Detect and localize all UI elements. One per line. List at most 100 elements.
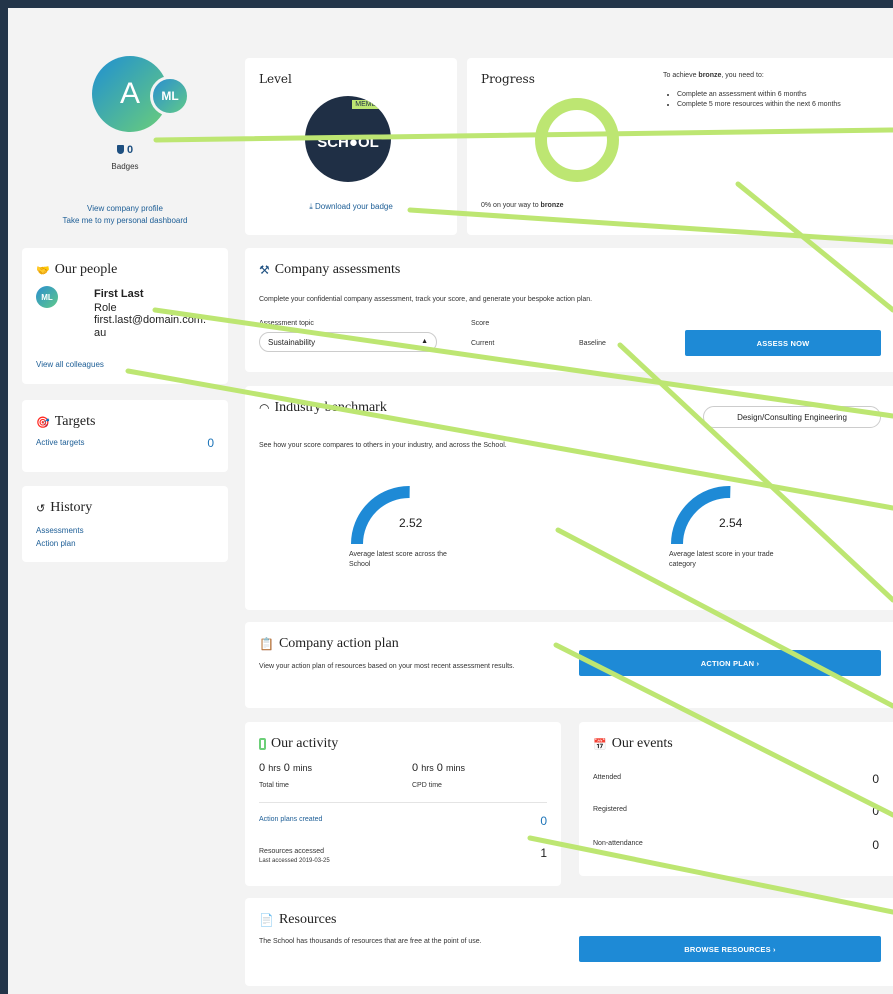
requirement-item: Complete an assessment within 6 months: [677, 90, 877, 100]
total-time-value: 0 hrs 0 mins: [259, 762, 312, 774]
events-attended-count: 0: [872, 772, 879, 786]
shield-icon: [116, 145, 124, 154]
history-icon: ↺: [36, 502, 46, 515]
gauge-trade-arc: [671, 486, 731, 545]
active-targets-link[interactable]: Active targets: [36, 438, 84, 447]
topic-select-value: Sustainability: [268, 338, 316, 347]
colleague-name[interactable]: First Last: [94, 288, 212, 300]
phone-icon: [259, 738, 266, 750]
benchmark-heading: ◠ Industry benchmark: [259, 400, 387, 415]
progress-requirements: Complete an assessment within 6 months C…: [677, 90, 877, 110]
gauge-trade-caption: Average latest score in your trade categ…: [669, 551, 774, 568]
events-card: 📅 Our events Attended 0 Registered 0 Non…: [579, 722, 893, 876]
events-registered-label: Registered: [593, 806, 627, 813]
progress-caption: 0% on your way to bronze: [481, 202, 564, 209]
view-company-profile-link[interactable]: View company profile: [22, 204, 228, 213]
download-icon: ⤓: [309, 202, 313, 211]
colleague-email[interactable]: first.last@domain.com.au: [94, 314, 212, 340]
gauge-trade: 2.54 Average latest score in your trade …: [669, 484, 799, 574]
history-link-action-plan[interactable]: Action plan: [36, 539, 76, 548]
avatar-letter: A: [119, 77, 140, 110]
gauge-school: 2.52 Average latest score across the Sch…: [349, 484, 479, 574]
level-card: Level MEMBER SCH●OL ⤓ Download your badg…: [245, 58, 457, 235]
action-plans-created-link[interactable]: Action plans created: [259, 816, 322, 823]
colleague-role: Role: [94, 302, 117, 314]
industry-select-value: Design/Consulting Engineering: [737, 412, 847, 422]
events-heading: 📅 Our events: [593, 736, 673, 751]
badge-count: 0: [22, 144, 228, 156]
personal-dashboard-link[interactable]: Take me to my personal dashboard: [22, 216, 228, 225]
industry-select[interactable]: Design/Consulting Engineering: [703, 406, 881, 428]
assessments-heading: ⚒ Company assessments: [259, 262, 401, 277]
score-label: Score: [471, 320, 490, 327]
action-plan-description: View your action plan of resources based…: [259, 663, 515, 670]
resources-description: The School has thousands of resources th…: [259, 938, 482, 945]
resources-heading: 📄 Resources: [259, 912, 337, 927]
topic-select[interactable]: Sustainability ▲: [259, 332, 437, 352]
school-member-badge: MEMBER SCH●OL: [305, 96, 391, 182]
total-time-label: Total time: [259, 782, 289, 789]
assess-now-button[interactable]: ASSESS NOW: [685, 330, 881, 356]
events-non-attendance-label: Non-attendance: [593, 840, 643, 847]
user-avatar-small: ML: [150, 76, 190, 116]
resources-accessed-count: 1: [540, 846, 547, 860]
gauge-trade-value: 2.54: [719, 516, 743, 530]
gauge-school-arc: [351, 486, 410, 545]
resources-accessed-label: Resources accessed: [259, 848, 324, 855]
cpd-time-label: CPD time: [412, 782, 442, 789]
benchmark-description: See how your score compares to others in…: [259, 442, 507, 449]
progress-ring: [535, 98, 619, 182]
action-plan-heading: 📋 Company action plan: [259, 636, 399, 651]
people-heading: 🤝 Our people: [36, 262, 118, 277]
targets-card: 🎯 Targets Active targets 0: [22, 400, 228, 472]
benchmark-card: ◠ Industry benchmark Design/Consulting E…: [245, 386, 893, 610]
people-card: 🤝 Our people ML First Last Role first.la…: [22, 248, 228, 384]
document-icon: 📄: [259, 912, 274, 927]
level-title: Level: [259, 72, 292, 86]
topic-label: Assessment topic: [259, 320, 314, 327]
handshake-icon: 🤝: [36, 264, 50, 277]
last-accessed-label: Last accessed 2019-03-25: [259, 858, 330, 864]
assessments-card: ⚒ Company assessments Complete your conf…: [245, 248, 893, 372]
action-plans-created-count: 0: [540, 814, 547, 828]
history-link-assessments[interactable]: Assessments: [36, 526, 84, 535]
assessments-description: Complete your confidential company asses…: [259, 296, 593, 303]
events-non-attendance-count: 0: [872, 838, 879, 852]
tools-icon: ⚒: [259, 262, 270, 277]
events-registered-count: 0: [872, 804, 879, 818]
action-plan-card: 📋 Company action plan View your action p…: [245, 622, 893, 708]
current-score-label: Current: [471, 340, 495, 347]
history-card: ↺ History Assessments Action plan: [22, 486, 228, 562]
colleague-avatar: ML: [36, 286, 58, 308]
avatar-initials: ML: [161, 89, 179, 103]
progress-title: Progress: [481, 72, 535, 86]
action-plan-button[interactable]: ACTION PLAN ›: [579, 650, 881, 676]
badges-label: Badges: [111, 162, 139, 171]
member-label: MEMBER: [352, 100, 389, 109]
baseline-score-label: Baseline: [579, 340, 606, 347]
divider: [259, 802, 547, 803]
view-all-colleagues-link[interactable]: View all colleagues: [36, 360, 104, 369]
clipboard-icon: 📋: [259, 636, 274, 651]
progress-intro: To achieve bronze, you need to:: [663, 72, 764, 79]
active-targets-count: 0: [207, 436, 214, 450]
dashboard-page: A ML 0 Badges View company profile Take …: [8, 8, 893, 994]
progress-card: Progress 0% on your way to bronze To ach…: [467, 58, 893, 235]
calendar-icon: 📅: [593, 738, 607, 751]
requirement-item: Complete 5 more resources within the nex…: [677, 100, 877, 110]
gauge-school-caption: Average latest score across the School: [349, 551, 447, 568]
gauge-icon: ◠: [259, 400, 270, 415]
activity-card: Our activity 0 hrs 0 mins Total time 0 h…: [245, 722, 561, 886]
resources-card: 📄 Resources The School has thousands of …: [245, 898, 893, 986]
history-heading: ↺ History: [36, 500, 93, 515]
download-badge-link[interactable]: ⤓ Download your badge: [245, 202, 457, 212]
cpd-time-value: 0 hrs 0 mins: [412, 762, 465, 774]
target-icon: 🎯: [36, 416, 50, 429]
profile-panel: A ML 0 Badges View company profile Take …: [22, 56, 228, 226]
browse-resources-button[interactable]: BROWSE RESOURCES ›: [579, 936, 881, 962]
activity-heading: Our activity: [259, 736, 338, 752]
school-label: SCH●OL: [317, 134, 379, 151]
targets-heading: 🎯 Targets: [36, 414, 96, 429]
gauge-school-value: 2.52: [399, 516, 423, 530]
chevron-down-icon: ▲: [421, 338, 428, 345]
